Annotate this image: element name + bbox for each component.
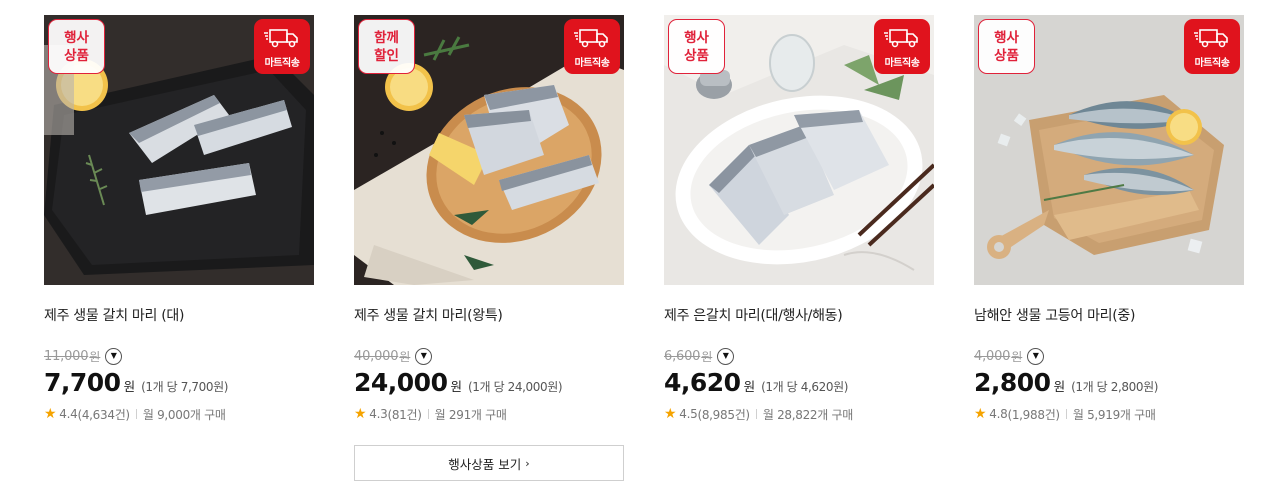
price-row: 2,800 원 (1개 당 2,800원) <box>974 368 1244 400</box>
product-image[interactable]: 행사 상품 마트직송 <box>664 15 934 285</box>
original-price: 6,600 <box>664 348 701 364</box>
delivery-label: 마트직송 <box>264 58 300 69</box>
review-count[interactable]: (1,988건) <box>1007 406 1060 423</box>
badge-line: 상품 <box>684 47 709 64</box>
event-badge: 행사 상품 <box>978 19 1035 74</box>
star-icon: ★ <box>974 406 987 422</box>
mart-delivery-badge: 마트직송 <box>254 19 310 74</box>
product-name[interactable]: 제주 생물 갈치 마리(왕특) <box>354 305 624 325</box>
monthly-purchases: 월 291개 구매 <box>434 407 507 422</box>
badge-line: 할인 <box>374 47 399 64</box>
rating-row: ★ 4.8 (1,988건) 월 5,919개 구매 <box>974 404 1244 424</box>
monthly-purchases: 월 9,000개 구매 <box>142 407 226 422</box>
original-price-unit: 원 <box>701 349 713 364</box>
original-price: 4,000 <box>974 348 1011 364</box>
star-icon: ★ <box>44 406 57 422</box>
price-currency: 원 <box>1053 379 1066 394</box>
rating-row: ★ 4.4 (4,634건) 월 9,000개 구매 <box>44 404 314 424</box>
price-row: 4,620 원 (1개 당 4,620원) <box>664 368 934 400</box>
divider <box>427 409 429 419</box>
badge-line: 행사 <box>64 29 89 46</box>
badge-line: 행사 <box>994 29 1019 46</box>
product-name[interactable]: 제주 은갈치 마리(대/행사/해동) <box>664 305 934 325</box>
star-icon: ★ <box>664 406 677 422</box>
product-image[interactable]: 행사 상품 마트직송 <box>974 15 1244 285</box>
unit-price: (1개 당 7,700원) <box>141 380 228 394</box>
price-row: 7,700 원 (1개 당 7,700원) <box>44 368 314 400</box>
together-discount-badge: 함께 할인 <box>358 19 415 74</box>
rating-row: ★ 4.3 (81건) 월 291개 구매 <box>354 404 624 424</box>
rating: 4.5 <box>679 407 698 421</box>
review-count[interactable]: (4,634건) <box>77 406 130 423</box>
original-price: 40,000 <box>354 348 399 364</box>
rating: 4.3 <box>369 407 388 421</box>
badge-line: 행사 <box>684 29 709 46</box>
badge-line: 함께 <box>374 29 399 46</box>
price-currency: 원 <box>743 379 756 394</box>
price-currency: 원 <box>450 379 462 394</box>
original-price-unit: 원 <box>89 349 101 364</box>
chevron-down-icon[interactable]: ▼ <box>1027 347 1045 365</box>
product-image[interactable]: 함께 할인 마트직송 <box>354 15 624 285</box>
divider <box>135 409 137 419</box>
product-card[interactable]: 행사 상품 마트직송 제주 은갈치 마리(대/행사/해동) 6,600 원 ▼ … <box>664 15 934 424</box>
review-count[interactable]: (8,985건) <box>697 406 750 423</box>
original-price-row: 6,600 원 ▼ <box>664 346 934 366</box>
badge-line: 상품 <box>994 47 1019 64</box>
delivery-label: 마트직송 <box>884 58 920 69</box>
original-price-row: 40,000 원 ▼ <box>354 346 624 366</box>
mart-delivery-badge: 마트직송 <box>874 19 930 74</box>
product-grid: 행사 상품 마트직송 제주 생물 갈치 마리 (대) 11,000 원 ▼ 7,… <box>0 0 1261 489</box>
chevron-right-icon: › <box>525 456 530 470</box>
original-price-row: 4,000 원 ▼ <box>974 346 1244 366</box>
view-event-products-label: 행사상품 보기 <box>448 456 522 472</box>
original-price: 11,000 <box>44 348 89 364</box>
delivery-label: 마트직송 <box>574 58 610 69</box>
product-image[interactable]: 행사 상품 마트직송 <box>44 15 314 285</box>
price-row: 24,000 원 (1개 당 24,000원) <box>354 368 624 400</box>
rating: 4.4 <box>59 407 78 421</box>
unit-price: (1개 당 24,000원) <box>468 380 563 394</box>
product-card[interactable]: 행사 상품 마트직송 남해안 생물 고등어 마리(중) 4,000 원 ▼ 2,… <box>974 15 1244 424</box>
product-card[interactable]: 행사 상품 마트직송 제주 생물 갈치 마리 (대) 11,000 원 ▼ 7,… <box>44 15 314 424</box>
product-name[interactable]: 제주 생물 갈치 마리 (대) <box>44 305 314 325</box>
mart-delivery-badge: 마트직송 <box>564 19 620 74</box>
event-badge: 행사 상품 <box>48 19 105 74</box>
rating: 4.8 <box>989 407 1008 421</box>
sale-price: 7,700 <box>44 368 121 397</box>
delivery-truck-icon <box>1194 29 1228 48</box>
chevron-down-icon[interactable]: ▼ <box>415 347 433 365</box>
delivery-truck-icon <box>884 29 918 48</box>
mart-delivery-badge: 마트직송 <box>1184 19 1240 74</box>
delivery-truck-icon <box>264 29 298 48</box>
event-badge: 행사 상품 <box>668 19 725 74</box>
unit-price: (1개 당 4,620원) <box>761 380 848 394</box>
sale-price: 2,800 <box>974 368 1051 397</box>
delivery-label: 마트직송 <box>1194 58 1230 69</box>
chevron-down-icon[interactable]: ▼ <box>717 347 735 365</box>
review-count[interactable]: (81건) <box>387 406 421 423</box>
divider <box>1065 409 1067 419</box>
original-price-unit: 원 <box>1011 349 1023 364</box>
monthly-purchases: 월 5,919개 구매 <box>1072 407 1156 422</box>
original-price-unit: 원 <box>399 349 411 364</box>
monthly-purchases: 월 28,822개 구매 <box>762 407 853 422</box>
badge-line: 상품 <box>64 47 89 64</box>
star-icon: ★ <box>354 406 367 422</box>
sale-price: 4,620 <box>664 368 741 397</box>
divider <box>755 409 757 419</box>
rating-row: ★ 4.5 (8,985건) 월 28,822개 구매 <box>664 404 934 424</box>
sale-price: 24,000 <box>354 368 448 397</box>
price-currency: 원 <box>123 379 136 394</box>
view-event-products-button[interactable]: 행사상품 보기 › <box>354 445 624 481</box>
chevron-down-icon[interactable]: ▼ <box>105 347 123 365</box>
original-price-row: 11,000 원 ▼ <box>44 346 314 366</box>
product-name[interactable]: 남해안 생물 고등어 마리(중) <box>974 305 1244 325</box>
delivery-truck-icon <box>574 29 608 48</box>
unit-price: (1개 당 2,800원) <box>1071 380 1158 394</box>
product-card[interactable]: 함께 할인 마트직송 제주 생물 갈치 마리(왕특) 40,000 원 ▼ 24… <box>354 15 624 424</box>
